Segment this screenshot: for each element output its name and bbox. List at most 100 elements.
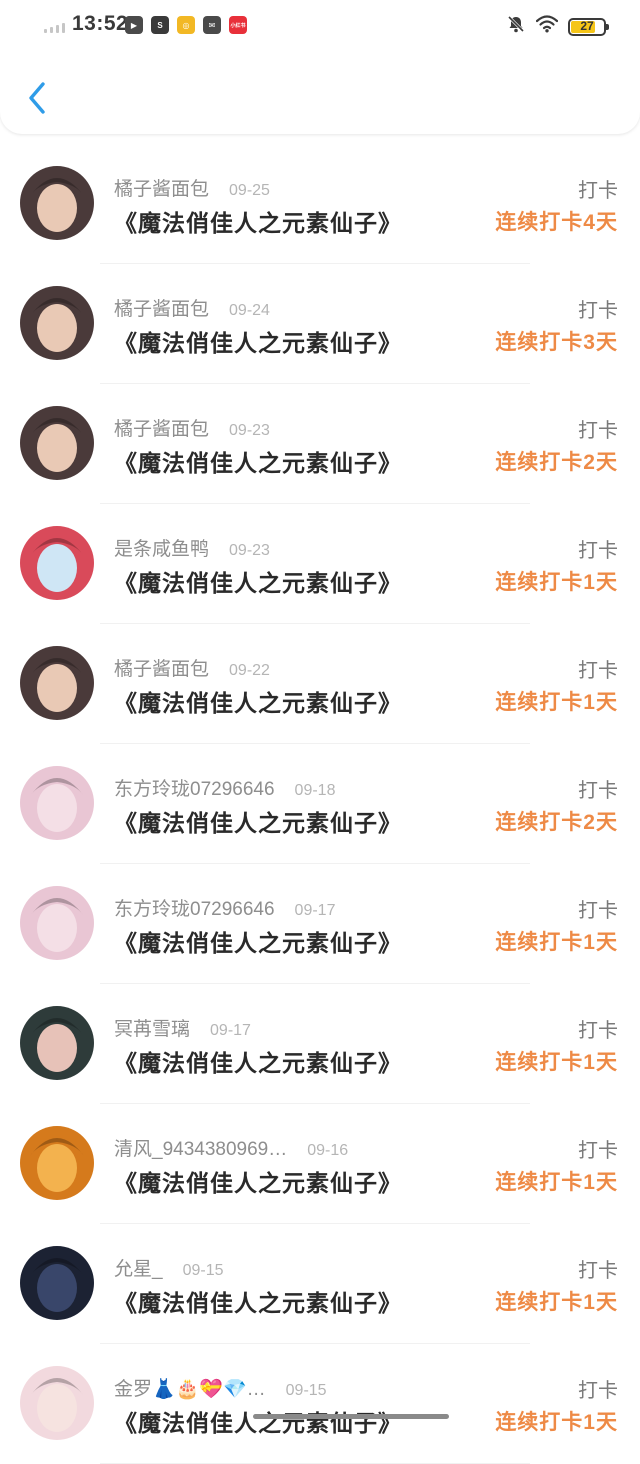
mail-app-icon: ✉ — [203, 16, 221, 34]
entry-meta: 允星_ 09-15 — [114, 1254, 224, 1281]
entry-date: 09-15 — [285, 1382, 327, 1399]
entry-date: 09-22 — [229, 662, 270, 679]
list-item[interactable]: 橘子酱面包 09-22 《魔法俏佳人之元素仙子》 打卡连续打卡1天 — [0, 624, 640, 744]
checkin-tag: 打卡 — [578, 180, 618, 202]
status-bar: 13:52 ▶ S ◎ ✉ 小红书 27 — [0, 0, 640, 52]
list-item[interactable]: 东方玲珑07296646 09-18 《魔法俏佳人之元素仙子》 打卡连续打卡2天 — [0, 744, 640, 864]
mute-bell-icon — [506, 14, 526, 39]
username[interactable]: 允星_ — [114, 1254, 163, 1281]
checkin-tag: 打卡 — [578, 1020, 618, 1042]
home-indicator[interactable] — [253, 1414, 449, 1419]
entry-meta: 东方玲珑07296646 09-17 — [114, 894, 335, 921]
username[interactable]: 金罗👗🎂💝💎… — [114, 1374, 266, 1401]
avatar[interactable] — [20, 1366, 94, 1440]
list-item[interactable]: 金罗👗🎂💝💎… 09-15 《魔法俏佳人之元素仙子》 打卡 连续打卡1天 — [0, 1344, 640, 1464]
book-title: 《魔法俏佳人之元素仙子》 — [114, 1290, 402, 1316]
entry-date: 09-15 — [182, 1262, 224, 1279]
avatar[interactable] — [20, 886, 94, 960]
list-item[interactable]: 东方玲珑07296646 09-17 《魔法俏佳人之元素仙子》 打卡连续打卡1天 — [0, 864, 640, 984]
top-bar: 13:52 ▶ S ◎ ✉ 小红书 27 — [0, 0, 640, 134]
book-title: 《魔法俏佳人之元素仙子》 — [114, 570, 402, 596]
status-time: 13:52 — [72, 12, 129, 35]
list-item[interactable]: 橘子酱面包 09-25 《魔法俏佳人之元素仙子》 打卡连续打卡4天 — [0, 144, 640, 264]
username[interactable]: 冥苒雪璃 — [114, 1014, 190, 1041]
entry-meta: 清风_9434380969… 09-16 — [114, 1134, 348, 1161]
entry-date: 09-25 — [229, 182, 270, 199]
username[interactable]: 橘子酱面包 — [114, 174, 209, 201]
avatar[interactable] — [20, 406, 94, 480]
entry-meta: 东方玲珑07296646 09-18 — [114, 774, 335, 801]
entry-meta: 是条咸鱼鸭 09-23 — [114, 534, 270, 561]
avatar[interactable] — [20, 646, 94, 720]
streak-label: 连续打卡1天 — [495, 691, 618, 714]
username[interactable]: 东方玲珑07296646 — [114, 894, 275, 921]
entry-meta: 金罗👗🎂💝💎… 09-15 — [114, 1374, 327, 1401]
entry-meta: 冥苒雪璃 09-17 — [114, 1014, 251, 1041]
list-item[interactable]: 允星_ 09-15 《魔法俏佳人之元素仙子》 打卡 连续打卡1天 — [0, 1224, 640, 1344]
checkin-tag: 打卡 — [578, 1380, 618, 1402]
checkin-tag: 打卡 — [578, 900, 618, 922]
video-app-icon: ▶ — [125, 16, 143, 34]
battery-icon: 27 — [568, 17, 609, 36]
streak-label: 连续打卡1天 — [495, 1171, 618, 1194]
streak-label: 连续打卡1天 — [495, 931, 618, 954]
book-title: 《魔法俏佳人之元素仙子》 — [114, 330, 402, 356]
entry-date: 09-23 — [229, 542, 270, 559]
status-right-icons: 27 — [506, 14, 609, 39]
book-title: 《魔法俏佳人之元素仙子》 — [114, 450, 402, 476]
username[interactable]: 清风_9434380969… — [114, 1134, 287, 1161]
avatar[interactable] — [20, 526, 94, 600]
streak-label: 连续打卡2天 — [495, 811, 618, 834]
checkin-tag: 打卡 — [578, 1140, 618, 1162]
book-title: 《魔法俏佳人之元素仙子》 — [114, 930, 402, 956]
username[interactable]: 橘子酱面包 — [114, 414, 209, 441]
streak-label: 连续打卡2天 — [495, 451, 618, 474]
back-button[interactable] — [20, 78, 54, 118]
entry-date: 09-17 — [294, 902, 336, 919]
list-item[interactable]: 橘子酱面包 09-23 《魔法俏佳人之元素仙子》 打卡连续打卡2天 — [0, 384, 640, 504]
entry-date: 09-24 — [229, 302, 270, 319]
avatar[interactable] — [20, 1006, 94, 1080]
wifi-icon — [535, 15, 559, 38]
book-title: 《魔法俏佳人之元素仙子》 — [114, 1410, 402, 1436]
username[interactable]: 橘子酱面包 — [114, 654, 209, 681]
streak-label: 连续打卡1天 — [495, 1291, 618, 1314]
avatar[interactable] — [20, 286, 94, 360]
avatar[interactable] — [20, 766, 94, 840]
list-item[interactable]: 清风_9434380969… 09-16 《魔法俏佳人之元素仙子》 打卡 连续打卡1天 — [0, 1104, 640, 1224]
book-title: 《魔法俏佳人之元素仙子》 — [114, 810, 402, 836]
username[interactable]: 东方玲珑07296646 — [114, 774, 275, 801]
checkin-tag: 打卡 — [578, 300, 618, 322]
book-title: 《魔法俏佳人之元素仙子》 — [114, 690, 402, 716]
checkin-tag: 打卡 — [578, 780, 618, 802]
notification-app-icons: ▶ S ◎ ✉ 小红书 — [125, 16, 247, 34]
entry-date: 09-16 — [307, 1142, 349, 1159]
chevron-left-icon — [29, 82, 45, 114]
entry-date: 09-18 — [294, 782, 336, 799]
avatar[interactable] — [20, 1126, 94, 1200]
username[interactable]: 是条咸鱼鸭 — [114, 534, 209, 561]
list-item[interactable]: 是条咸鱼鸭 09-23 《魔法俏佳人之元素仙子》 打卡连续打卡1天 — [0, 504, 640, 624]
entry-meta: 橘子酱面包 09-22 — [114, 654, 270, 681]
avatar[interactable] — [20, 1246, 94, 1320]
checkin-tag: 打卡 — [578, 420, 618, 442]
entry-meta: 橘子酱面包 09-23 — [114, 414, 270, 441]
username[interactable]: 橘子酱面包 — [114, 294, 209, 321]
streak-label: 连续打卡1天 — [495, 1051, 618, 1074]
streak-label: 连续打卡4天 — [495, 211, 618, 234]
red-app-icon: 小红书 — [229, 16, 247, 34]
list-item[interactable]: 橘子酱面包 09-24 《魔法俏佳人之元素仙子》 打卡连续打卡3天 — [0, 264, 640, 384]
streak-label: 连续打卡1天 — [495, 571, 618, 594]
checkin-tag: 打卡 — [578, 540, 618, 562]
checkin-tag: 打卡 — [578, 660, 618, 682]
avatar[interactable] — [20, 166, 94, 240]
list-item[interactable]: 冥苒雪璃 09-17 《魔法俏佳人之元素仙子》 打卡连续打卡1天 — [0, 984, 640, 1104]
battery-level: 27 — [580, 18, 594, 33]
checkin-list: 橘子酱面包 09-25 《魔法俏佳人之元素仙子》 打卡 连续打卡4天 橘子酱面包 09-24… — [0, 144, 640, 1464]
book-title: 《魔法俏佳人之元素仙子》 — [114, 210, 402, 236]
streak-label: 连续打卡3天 — [495, 331, 618, 354]
entry-date: 09-23 — [229, 422, 270, 439]
book-title: 《魔法俏佳人之元素仙子》 — [114, 1050, 402, 1076]
browser-app-icon: S — [151, 16, 169, 34]
coin-app-icon: ◎ — [177, 16, 195, 34]
